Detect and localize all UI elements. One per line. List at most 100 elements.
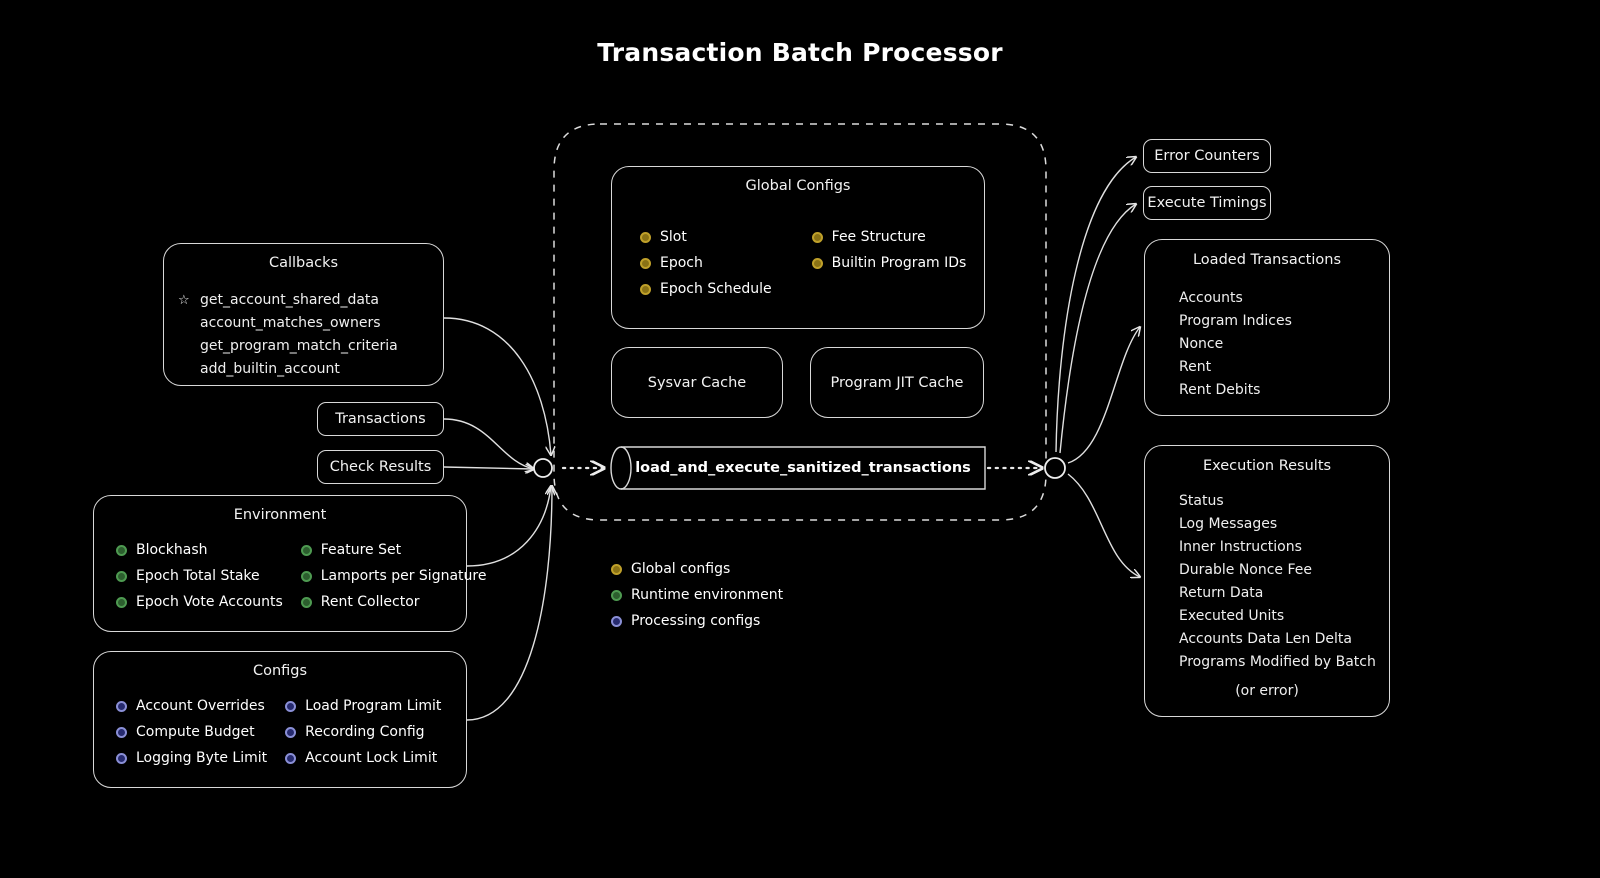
bullet-icon [116, 752, 127, 764]
main-function-label: load_and_execute_sanitized_transactions [635, 460, 971, 476]
global-configs-item-1: Fee Structure [831, 229, 926, 245]
list-item: Epoch Schedule [640, 276, 772, 302]
environment-item-0: Blockhash [136, 542, 208, 558]
global-configs-title: Global Configs [745, 178, 851, 194]
error-counters-box: Error Counters [1143, 139, 1271, 173]
bullet-icon [285, 726, 297, 738]
edge-check-results-to-junction [443, 467, 534, 469]
global-configs-bullets: Slot Fee Structure Epoch Builtin Program… [640, 224, 966, 302]
bullet-icon [811, 231, 823, 243]
edge-right-junction-to-execute-timings [1059, 204, 1136, 454]
edge-transactions-to-junction [443, 418, 534, 469]
environment-item-1: Feature Set [320, 542, 402, 558]
star-icon: ☆ [178, 293, 190, 308]
list-item: ☆ get_account_shared_data [178, 289, 398, 312]
bullet-icon [116, 596, 127, 608]
bullet-icon [640, 283, 651, 295]
bullet-icon [116, 726, 127, 738]
list-item: Compute Budget [116, 719, 267, 745]
list-item: Epoch Vote Accounts [116, 589, 283, 615]
bullet-icon [611, 589, 622, 601]
callbacks-item-0: get_account_shared_data [200, 292, 379, 308]
callbacks-title: Callbacks [268, 255, 339, 271]
list-item: Durable Nonce Fee [1179, 562, 1313, 578]
execution-results-footnote: (or error) [1235, 683, 1299, 699]
list-item: Rent [1179, 359, 1212, 375]
bullet-icon [640, 257, 651, 269]
loaded-transactions-title: Loaded Transactions [1192, 252, 1342, 268]
bullet-icon [640, 231, 651, 243]
environment-title: Environment [233, 507, 327, 523]
configs-item-0: Account Overrides [136, 698, 265, 714]
sysvar-cache-box: Sysvar Cache [611, 347, 783, 418]
bullet-icon [285, 700, 297, 712]
execution-results-list: Status Log Messages Inner Instructions D… [1179, 490, 1376, 674]
list-item: Account Overrides [116, 693, 267, 719]
list-item: Status [1179, 493, 1224, 509]
bullet-icon [300, 596, 312, 608]
environment-box: Environment Blockhash Feature Set Epoch … [93, 495, 486, 632]
list-item: Lamports per Signature [300, 563, 487, 589]
list-item: add_builtin_account [200, 361, 340, 377]
list-item: Executed Units [1179, 608, 1285, 624]
callbacks-list: ☆ get_account_shared_data account_matche… [178, 289, 398, 381]
check-results-box: Check Results [317, 450, 444, 484]
list-item: Fee Structure [811, 224, 967, 250]
program-jit-cache-box: Program JIT Cache [810, 347, 984, 418]
list-item: Programs Modified by Batch [1179, 654, 1376, 670]
execution-results-title: Execution Results [1202, 458, 1332, 474]
environment-item-4: Epoch Vote Accounts [136, 594, 283, 610]
list-item: Log Messages [1179, 516, 1278, 532]
list-item: Nonce [1179, 336, 1224, 352]
environment-item-2: Epoch Total Stake [136, 568, 260, 584]
execution-results-box: Execution Results Status Log Messages In… [1144, 445, 1390, 717]
main-function-box: load_and_execute_sanitized_transactions [621, 447, 985, 489]
edge-right-junction-to-execution-results [1067, 473, 1140, 577]
environment-bullets: Blockhash Feature Set Epoch Total Stake … [116, 537, 486, 615]
bullet-icon [116, 570, 127, 582]
list-item: Recording Config [285, 719, 441, 745]
bullet-icon [811, 257, 823, 269]
global-configs-box: Global Configs Slot Fee Structure Epoch … [611, 166, 985, 329]
list-item: Program Indices [1179, 313, 1292, 329]
list-item: Rent Debits [1179, 382, 1261, 398]
configs-item-3: Recording Config [305, 724, 425, 740]
configs-item-1: Load Program Limit [305, 698, 442, 714]
list-item: Feature Set [300, 537, 487, 563]
bullet-icon [300, 570, 312, 582]
configs-bullets: Account Overrides Load Program Limit Com… [116, 693, 441, 771]
configs-box: Configs Account Overrides Load Program L… [93, 651, 467, 788]
check-results-label: Check Results [329, 459, 432, 475]
legend-item: Runtime environment [611, 582, 783, 608]
edge-right-junction-to-loaded-transactions [1067, 327, 1140, 464]
list-item: Builtin Program IDs [811, 250, 967, 276]
list-item: Inner Instructions [1179, 539, 1302, 555]
list-item: Accounts Data Len Delta [1179, 631, 1352, 647]
sysvar-cache-label: Sysvar Cache [647, 374, 747, 391]
list-item: Logging Byte Limit [116, 745, 267, 771]
list-item: Slot [640, 224, 772, 250]
bullet-icon [285, 752, 297, 764]
bullet-icon [611, 563, 622, 575]
list-item: Load Program Limit [285, 693, 441, 719]
bullet-icon [611, 615, 622, 627]
edge-callbacks-to-junction [443, 317, 551, 455]
transactions-label: Transactions [335, 411, 426, 427]
list-item: account_matches_owners [200, 315, 381, 331]
environment-item-3: Lamports per Signature [320, 568, 487, 584]
loaded-transactions-box: Loaded Transactions Accounts Program Ind… [1144, 239, 1390, 416]
list-item: get_program_match_criteria [200, 338, 398, 354]
global-configs-item-3: Builtin Program IDs [831, 255, 967, 271]
list-item: Accounts [1179, 290, 1243, 306]
configs-item-5: Account Lock Limit [305, 750, 438, 766]
configs-item-4: Logging Byte Limit [136, 750, 268, 766]
program-jit-cache-label: Program JIT Cache [830, 374, 964, 391]
bullet-icon [116, 544, 127, 556]
global-configs-item-4: Epoch Schedule [660, 281, 772, 297]
diagram-canvas: Transaction Batch Processor Callbacks ☆ … [0, 0, 1600, 878]
list-item: Return Data [1179, 585, 1264, 601]
list-item: Rent Collector [300, 589, 487, 615]
execute-timings-label: Execute Timings [1147, 195, 1267, 211]
loaded-transactions-list: Accounts Program Indices Nonce Rent Rent… [1179, 287, 1292, 402]
